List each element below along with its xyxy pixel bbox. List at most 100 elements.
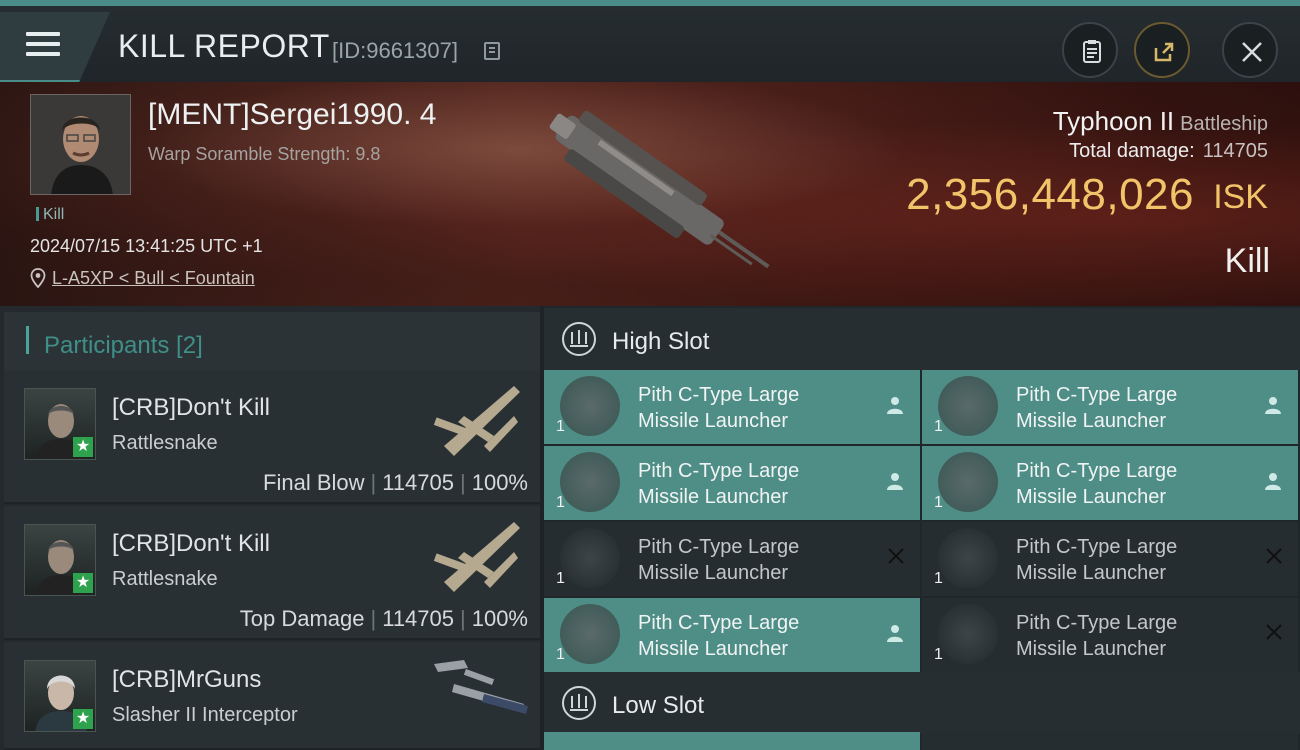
module-quantity: 1	[934, 570, 943, 587]
missile-launcher-icon	[938, 528, 998, 588]
star-icon: ★	[73, 437, 93, 457]
share-button[interactable]	[1134, 22, 1190, 78]
warp-scramble-strength: Warp Soramble Strength: 9.8	[148, 144, 381, 164]
module-slot[interactable]: 1 Pith C-Type Large Missile Launcher	[922, 446, 1298, 520]
victim-ship-image	[549, 110, 770, 269]
missile-launcher-icon	[560, 528, 620, 588]
module-slot[interactable]: 1 Pith C-Type Large Missile Launcher	[922, 598, 1298, 672]
close-icon	[1242, 42, 1262, 62]
result-label: Kill	[1224, 242, 1270, 280]
close-button[interactable]	[1222, 22, 1278, 78]
avatar[interactable]: ★	[24, 524, 96, 596]
avatar[interactable]: ★	[24, 388, 96, 460]
missile-launcher-icon	[560, 376, 620, 436]
total-damage-label: Total damage:	[1069, 140, 1195, 162]
isk-value: 2,356,448,026	[906, 170, 1194, 219]
module-name-line1: Pith C-Type Large	[1016, 384, 1178, 406]
module-name: Pith C-Type Large Missile Launcher	[638, 458, 878, 510]
module-quantity: 1	[556, 494, 565, 511]
ship-name-text: Typhoon II	[1052, 106, 1175, 136]
module-quantity: 1	[556, 418, 565, 435]
module-name-line1: Pith C-Type Large	[638, 612, 800, 634]
destroyed-x-icon	[1266, 624, 1282, 640]
module-name: Pith C-Type Large Missile Launcher	[1016, 610, 1256, 662]
module-name-line2: Missile Launcher	[638, 486, 789, 508]
module-quantity: 1	[556, 646, 565, 663]
participant-ship: Rattlesnake	[112, 432, 218, 454]
victim-portrait[interactable]	[30, 94, 131, 195]
victim-summary: [MENT]Sergei1990. 4 Warp Soramble Streng…	[0, 82, 1300, 306]
clipboard-button[interactable]	[1062, 22, 1118, 78]
module-name: Pith C-Type Large Missile Launcher	[1016, 382, 1256, 434]
copy-icon[interactable]	[484, 42, 500, 60]
menu-icon-line	[26, 52, 60, 56]
participant-role: Final Blow	[263, 470, 365, 495]
separator: |	[370, 606, 377, 631]
module-name-line2: Missile Launcher	[638, 638, 789, 660]
module-name-line2: Missile Launcher	[1016, 410, 1167, 432]
report-id: [ID:9661307]	[332, 38, 458, 63]
destroyed-x-icon	[1266, 548, 1282, 564]
participant-ship-image	[433, 386, 520, 456]
module-name: Pith C-Type Large Missile Launcher	[1016, 458, 1256, 510]
participants-header: Participants [2]	[4, 312, 540, 370]
participants-panel: Participants [2] ★ [CRB]Don't Kill Rattl…	[0, 306, 540, 750]
total-damage: Total damage: 114705	[1069, 140, 1268, 163]
victim-name[interactable]: [MENT]Sergei1990. 4	[148, 98, 436, 132]
separator: |	[460, 470, 466, 495]
module-slot[interactable]: 1 Pith C-Type Large Missile Launcher	[544, 522, 920, 596]
clipboard-icon	[1083, 40, 1101, 63]
module-name-line2: Missile Launcher	[638, 562, 789, 584]
isk-label: ISK	[1213, 178, 1268, 216]
low-slot-icon	[562, 686, 596, 720]
participant-row[interactable]: ★ [CRB]Don't Kill Rattlesnake Final Blow…	[4, 370, 540, 504]
avatar[interactable]: ★	[24, 660, 96, 732]
share-icon	[1154, 42, 1174, 62]
star-icon: ★	[73, 709, 93, 729]
separator: |	[370, 470, 377, 495]
participant-role: Top Damage	[239, 606, 365, 631]
victim-ship-name[interactable]: Typhoon II Battleship	[1053, 106, 1268, 137]
menu-icon	[26, 32, 60, 36]
participant-row[interactable]: ★ [CRB]Don't Kill Rattlesnake Top Damage…	[4, 506, 540, 640]
kill-tag: Kill	[36, 206, 64, 224]
kill-location-link[interactable]: L-A5XP < Bull < Fountain	[52, 268, 255, 289]
menu-icon-line	[26, 42, 60, 46]
participant-name[interactable]: [CRB]Don't Kill	[112, 394, 270, 422]
module-slot[interactable]: 1 Pith C-Type Large Missile Launcher	[544, 370, 920, 444]
module-quantity: 1	[934, 494, 943, 511]
participant-percent: 100%	[471, 470, 528, 495]
kill-report-window: KILL REPORT [ID:9661307] [MENT]Sergei199…	[0, 0, 1300, 750]
module-slot[interactable]: 1 Pith C-Type Large Missile Launcher	[544, 598, 920, 672]
module-name-line1: Pith C-Type Large	[1016, 612, 1178, 634]
high-slot-header: High Slot	[544, 308, 1300, 370]
participant-name[interactable]: [CRB]MrGuns	[112, 666, 261, 694]
participant-stats: Final Blow | 114705 | 100%	[263, 470, 528, 496]
person-icon	[1265, 397, 1281, 414]
module-name: Pith C-Type Large Missile Launcher	[638, 534, 878, 586]
header-accent	[26, 326, 29, 354]
module-slot[interactable]: 1 Pith C-Type Large Missile Launcher	[922, 370, 1298, 444]
missile-launcher-icon	[938, 604, 998, 664]
module-slot[interactable]	[922, 732, 1298, 750]
participant-row[interactable]: ★ [CRB]MrGuns Slasher II Interceptor	[4, 642, 540, 750]
participant-damage: 114705	[382, 606, 454, 631]
module-name-line2: Missile Launcher	[1016, 562, 1167, 584]
participant-stats: Top Damage | 114705 | 100%	[240, 606, 528, 632]
destroyed-x-icon	[888, 548, 904, 564]
module-slot[interactable]: 1 Pith C-Type Large Missile Launcher	[544, 446, 920, 520]
participant-name[interactable]: [CRB]Don't Kill	[112, 530, 270, 558]
top-bar: KILL REPORT [ID:9661307]	[0, 0, 1300, 82]
participants-title: Participants [2]	[44, 332, 203, 359]
high-slot-icon	[562, 322, 596, 356]
module-quantity: 1	[934, 646, 943, 663]
module-name-line2: Missile Launcher	[1016, 638, 1167, 660]
participant-ship: Rattlesnake	[112, 568, 218, 590]
menu-button[interactable]	[0, 12, 110, 82]
low-slot-glyph	[570, 694, 588, 711]
module-name-line1: Pith C-Type Large	[638, 460, 800, 482]
fitting-panel: High Slot 1 Pith C-Type Large Missile Lau…	[544, 306, 1300, 750]
module-slot[interactable]: 1 Pith C-Type Large Missile Launcher	[922, 522, 1298, 596]
module-name-line2: Missile Launcher	[638, 410, 789, 432]
module-slot[interactable]	[544, 732, 920, 750]
